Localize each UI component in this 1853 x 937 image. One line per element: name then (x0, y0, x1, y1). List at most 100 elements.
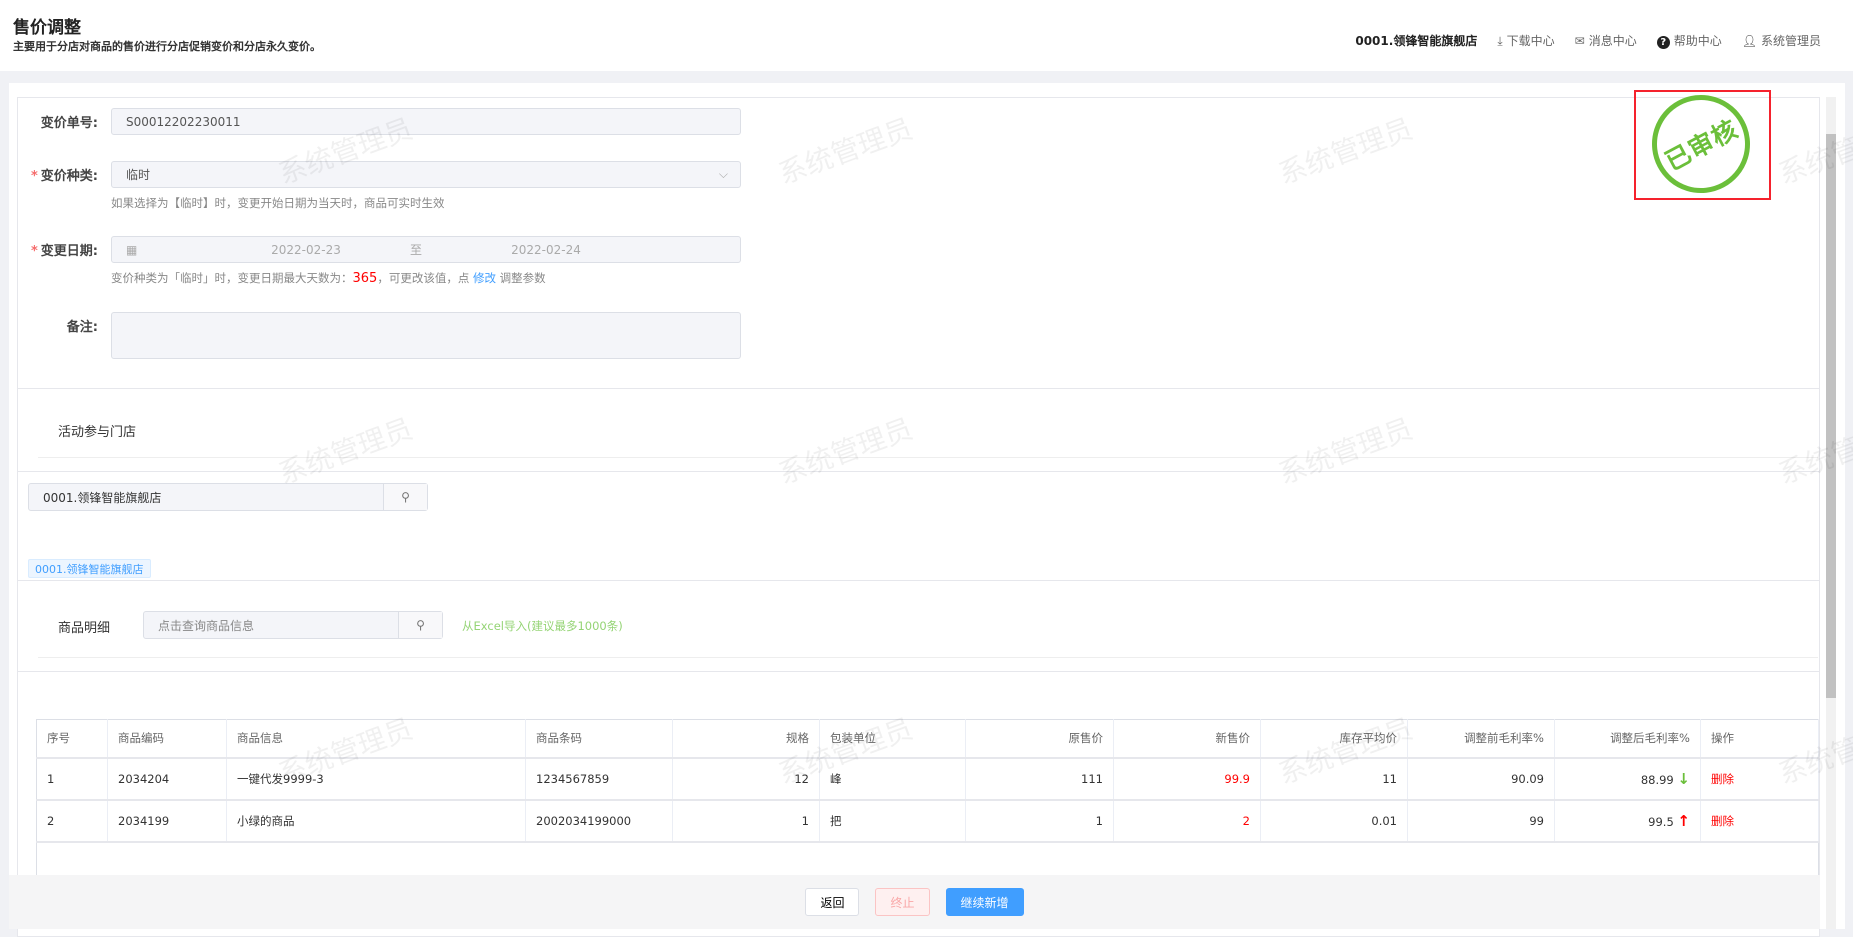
cell-margin-after: 88.99 ↓ (1554, 757, 1701, 801)
date-label: * 变更日期: (30, 244, 98, 259)
search-icon[interactable]: ⚲ (383, 484, 427, 510)
form-card: 变价单号: S00012202230011 * 变价种类: 临时 ⌵ 如果选择为【临… (17, 97, 1820, 937)
message-center-link[interactable]: ✉ 消息中心 (1575, 32, 1637, 49)
col-header: 新售价 (1113, 719, 1261, 759)
col-header: 调整后毛利率% (1554, 719, 1701, 759)
cell-spec: 12 (672, 757, 820, 801)
product-search[interactable]: 点击查询商品信息 ⚲ (143, 611, 443, 639)
order-no-label: 变价单号: (40, 116, 98, 131)
order-no-input[interactable]: S00012202230011 (111, 108, 741, 135)
back-button[interactable]: 返回 (805, 888, 860, 916)
product-search-input[interactable]: 点击查询商品信息 (144, 617, 398, 634)
download-label: 下载中心 (1506, 34, 1555, 48)
cell-avg-cost: 0.01 (1260, 799, 1408, 843)
col-header: 商品编码 (107, 719, 227, 759)
divider (18, 671, 1819, 672)
store-tag[interactable]: 0001.领锋智能旗舰店 (28, 559, 151, 578)
mail-icon: ✉ (1574, 34, 1585, 48)
cell-avg-cost: 11 (1260, 757, 1408, 801)
search-icon[interactable]: ⚲ (398, 612, 442, 638)
table-header-row: 序号 商品编码 商品信息 商品条码 规格 包装单位 原售价 新售价 库存平均价 … (36, 719, 1819, 759)
cell-new-price[interactable]: 2 (1113, 799, 1261, 843)
cell-code: 2034199 (107, 799, 227, 843)
user-label: 系统管理员 (1760, 34, 1821, 48)
col-header: 库存平均价 (1260, 719, 1408, 759)
col-header: 商品信息 (226, 719, 526, 759)
arrow-up-icon: ↑ (1677, 811, 1690, 830)
modify-link[interactable]: 修改 (473, 271, 496, 285)
scrollbar-thumb[interactable] (1826, 134, 1836, 698)
divider (38, 457, 1818, 458)
footer-bar: 返回 终止 继续新增 (9, 875, 1820, 929)
date-end[interactable]: 2022-02-24 (446, 243, 646, 257)
store-search[interactable]: 0001.领锋智能旗舰店 ⚲ (28, 483, 428, 511)
cell-margin-before: 99 (1407, 799, 1555, 843)
cell-actions: 删除 (1700, 757, 1819, 801)
excel-import-link[interactable]: 从Excel导入(建议最多1000条) (462, 618, 623, 634)
top-nav: 0001.领锋智能旗舰店 ⤓ 下载中心 ✉ 消息中心 ? 帮助中心 👤︎ 系统管理员 (1355, 32, 1821, 49)
remark-label: 备注: (66, 320, 98, 335)
divider (18, 580, 1819, 581)
col-header: 操作 (1700, 719, 1819, 759)
chevron-down-icon: ⌵ (718, 167, 728, 181)
col-header: 调整前毛利率% (1407, 719, 1555, 759)
scrollbar[interactable] (1826, 97, 1836, 929)
type-hint: 如果选择为【临时】时，变更开始日期为当天时，商品可实时生效 (111, 196, 445, 210)
table-row: 1 2034204 一键代发9999-3 1234567859 12 峰 111… (36, 757, 1819, 801)
messages-label: 消息中心 (1588, 34, 1637, 48)
stamp-text: 已审核 (1660, 114, 1743, 177)
cell-margin-after: 99.5 ↑ (1554, 799, 1701, 843)
help-icon: ? (1656, 36, 1670, 49)
user-icon: 👤︎ (1741, 34, 1757, 48)
user-menu[interactable]: 👤︎ 系统管理员 (1742, 32, 1821, 49)
download-center-link[interactable]: ⤓ 下载中心 (1497, 32, 1554, 49)
approved-stamp: 已审核 (1634, 77, 1768, 211)
type-select[interactable]: 临时 ⌵ (111, 161, 741, 188)
col-header: 包装单位 (819, 719, 966, 759)
page-title: 售价调整 (13, 18, 81, 38)
current-store[interactable]: 0001.领锋智能旗舰店 (1355, 32, 1477, 49)
date-row: * 变更日期: (18, 236, 110, 263)
col-header: 序号 (36, 719, 108, 759)
products-section-title: 商品明细 (58, 621, 111, 636)
cell-new-price[interactable]: 99.9 (1113, 757, 1261, 801)
type-label: * 变价种类: (30, 169, 98, 184)
type-value: 临时 (126, 168, 151, 182)
cell-actions: 删除 (1700, 799, 1819, 843)
stop-button[interactable]: 终止 (875, 888, 930, 916)
cell-margin-before: 90.09 (1407, 757, 1555, 801)
cell-unit: 把 (819, 799, 966, 843)
help-label: 帮助中心 (1673, 34, 1722, 48)
table-row: 2 2034199 小绿的商品 2002034199000 1 把 1 2 0.… (36, 799, 1819, 843)
divider (38, 657, 1818, 658)
delete-button[interactable]: 删除 (1711, 772, 1734, 786)
cell-info: 一键代发9999-3 (226, 757, 526, 801)
col-header: 原售价 (965, 719, 1114, 759)
col-header: 规格 (672, 719, 820, 759)
cell-spec: 1 (672, 799, 820, 843)
date-range-input[interactable]: ▦ 2022-02-23 至 2022-02-24 (111, 236, 741, 263)
date-hint: 变价种类为「临时」时，变更日期最大天数为：365，可更改该值，点 修改 调整参数 (111, 271, 546, 286)
type-row: * 变价种类: (18, 161, 110, 188)
page-subtitle: 主要用于分店对商品的售价进行分店促销变价和分店永久变价。 (13, 40, 321, 53)
store-search-input[interactable]: 0001.领锋智能旗舰店 (29, 489, 383, 506)
date-separator: 至 (409, 243, 422, 257)
cell-no: 1 (36, 757, 108, 801)
divider (18, 471, 1819, 472)
cell-unit: 峰 (819, 757, 966, 801)
col-header: 商品条码 (525, 719, 673, 759)
order-no-row: 变价单号: (18, 108, 110, 135)
cell-info: 小绿的商品 (226, 799, 526, 843)
continue-add-button[interactable]: 继续新增 (945, 888, 1024, 916)
remark-row: 备注: (18, 312, 110, 339)
remark-textarea[interactable] (111, 312, 741, 359)
help-center-link[interactable]: ? 帮助中心 (1656, 32, 1722, 49)
cell-orig-price: 111 (965, 757, 1114, 801)
cell-orig-price: 1 (965, 799, 1114, 843)
stores-section-title: 活动参与门店 (58, 425, 137, 440)
arrow-down-icon: ↓ (1677, 769, 1690, 788)
main-panel: 变价单号: S00012202230011 * 变价种类: 临时 ⌵ 如果选择为【临… (9, 77, 1845, 937)
date-start[interactable]: 2022-02-23 (226, 243, 386, 257)
divider (18, 388, 1819, 389)
delete-button[interactable]: 删除 (1711, 814, 1734, 828)
